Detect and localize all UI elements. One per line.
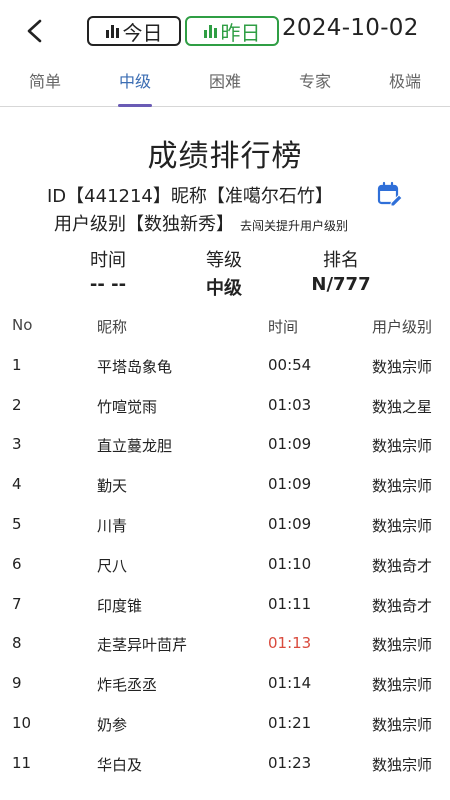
upgrade-level-link[interactable]: 去闯关提升用户级别 <box>240 219 348 233</box>
table-row[interactable]: 1 平塔岛象龟 00:54 数独宗师 <box>0 346 450 386</box>
rank-number: 7 <box>12 594 22 613</box>
table-row[interactable]: 11 华白及 01:23 数独宗师 <box>0 744 450 784</box>
stat-rank: 排名 N/777 <box>296 246 386 295</box>
stat-rank-value: N/777 <box>311 274 371 295</box>
rank-number: 8 <box>12 634 22 653</box>
user-level: 数独宗师 <box>372 516 433 535</box>
rank-number: 4 <box>12 475 22 494</box>
date-display: 2024-10-02 <box>282 15 419 41</box>
nickname: 直立蔓龙胆 <box>97 437 173 456</box>
time: 01:11 <box>268 594 312 613</box>
tab-easy[interactable]: 简单 <box>0 62 90 106</box>
table-row[interactable]: 7 印度锥 01:11 数独奇才 <box>0 585 450 625</box>
table-row[interactable]: 9 炸毛丞丞 01:14 数独宗师 <box>0 664 450 704</box>
bar-chart-icon <box>105 24 119 38</box>
time: 01:03 <box>268 395 312 414</box>
table-row[interactable]: 8 走茎异叶茴芹 01:13 数独宗师 <box>0 624 450 664</box>
stat-grade-value: 中级 <box>206 278 242 299</box>
time: 00:54 <box>268 355 312 374</box>
tab-hard[interactable]: 困难 <box>180 62 270 106</box>
yesterday-label: 昨日 <box>220 20 261 45</box>
rank-number: 6 <box>12 554 22 573</box>
nickname: 华白及 <box>97 755 143 774</box>
table-row[interactable]: 10 奶参 01:21 数独宗师 <box>0 704 450 744</box>
user-level: 数独宗师 <box>372 636 433 655</box>
calendar-edit-icon <box>377 181 403 207</box>
today-button[interactable]: 今日 <box>87 16 181 46</box>
stat-grade-label: 等级 <box>206 250 242 271</box>
time: 01:09 <box>268 514 312 533</box>
time: 01:23 <box>268 753 312 772</box>
user-id-line: ID【441214】昵称【准噶尔石竹】 <box>47 186 333 207</box>
bar-chart-icon <box>203 24 217 38</box>
page-title: 成绩排行榜 <box>147 139 303 174</box>
user-level: 数独之星 <box>372 397 433 416</box>
user-level-line: 用户级别【数独新秀】 去闯关提升用户级别 <box>54 210 348 236</box>
nickname: 尺八 <box>97 556 128 575</box>
user-level: 数独宗师 <box>372 755 433 774</box>
stat-grade: 等级 中级 <box>188 246 260 300</box>
header-no: No <box>12 316 33 334</box>
time: 01:14 <box>268 674 312 693</box>
back-button[interactable] <box>18 14 50 48</box>
time: 01:09 <box>268 475 312 494</box>
stat-time-label: 时间 <box>90 250 126 271</box>
time: 01:09 <box>268 435 312 454</box>
nickname: 印度锥 <box>97 596 143 615</box>
calendar-edit-button[interactable] <box>377 181 403 207</box>
stat-time: 时间 -- -- <box>72 246 144 295</box>
user-level: 数独宗师 <box>372 676 433 695</box>
user-level: 数独宗师 <box>372 437 433 456</box>
rank-number: 5 <box>12 514 22 533</box>
user-level: 数独奇才 <box>372 596 433 615</box>
tab-extreme[interactable]: 极端 <box>360 62 450 106</box>
tab-expert[interactable]: 专家 <box>270 62 360 106</box>
table-row[interactable]: 3 直立蔓龙胆 01:09 数独宗师 <box>0 425 450 465</box>
user-level-text: 用户级别【数独新秀】 <box>54 214 234 235</box>
rank-number: 3 <box>12 435 22 454</box>
nickname: 川青 <box>97 516 128 535</box>
rank-number: 9 <box>12 674 22 693</box>
user-level: 数独奇才 <box>372 556 433 575</box>
stat-rank-label: 排名 <box>323 250 359 271</box>
rank-number: 2 <box>12 395 22 414</box>
table-row[interactable]: 4 勤天 01:09 数独宗师 <box>0 465 450 505</box>
tab-medium[interactable]: 中级 <box>90 62 180 106</box>
table-row[interactable]: 6 尺八 01:10 数独奇才 <box>0 545 450 585</box>
time: 01:21 <box>268 713 312 732</box>
time: 01:10 <box>268 554 312 573</box>
nickname: 平塔岛象龟 <box>97 357 173 376</box>
today-label: 今日 <box>122 20 163 45</box>
yesterday-button[interactable]: 昨日 <box>185 16 279 46</box>
user-level: 数独宗师 <box>372 357 433 376</box>
nickname: 奶参 <box>97 715 128 734</box>
stat-time-value: -- -- <box>89 274 127 295</box>
user-level: 数独宗师 <box>372 715 433 734</box>
header-user-level: 用户级别 <box>372 318 433 336</box>
rank-number: 11 <box>12 753 32 772</box>
nickname: 竹喧觉雨 <box>97 397 158 416</box>
table-row[interactable]: 5 川青 01:09 数独宗师 <box>0 505 450 545</box>
ranking-table: No 昵称 时间 用户级别 1 平塔岛象龟 00:54 数独宗师 2 竹喧觉雨 01:03 数… <box>0 306 450 784</box>
time: 01:13 <box>268 634 312 653</box>
rank-number: 1 <box>12 355 22 374</box>
table-row[interactable]: 2 竹喧觉雨 01:03 数独之星 <box>0 386 450 426</box>
rank-number: 10 <box>12 713 32 732</box>
nickname: 走茎异叶茴芹 <box>97 636 188 655</box>
header-time: 时间 <box>268 318 299 336</box>
nickname: 勤天 <box>97 477 128 496</box>
header-nickname: 昵称 <box>97 318 128 336</box>
nickname: 炸毛丞丞 <box>97 676 158 695</box>
table-header: No 昵称 时间 用户级别 <box>0 306 450 346</box>
top-bar: 今日 昨日 2024-10-02 <box>0 0 450 62</box>
user-level: 数独宗师 <box>372 477 433 496</box>
table-body: 1 平塔岛象龟 00:54 数独宗师 2 竹喧觉雨 01:03 数独之星 3 直立蔓龙胆 01:09… <box>0 346 450 784</box>
chevron-left-icon <box>27 19 42 43</box>
difficulty-tabs: 简单 中级 困难 专家 极端 <box>0 62 450 107</box>
